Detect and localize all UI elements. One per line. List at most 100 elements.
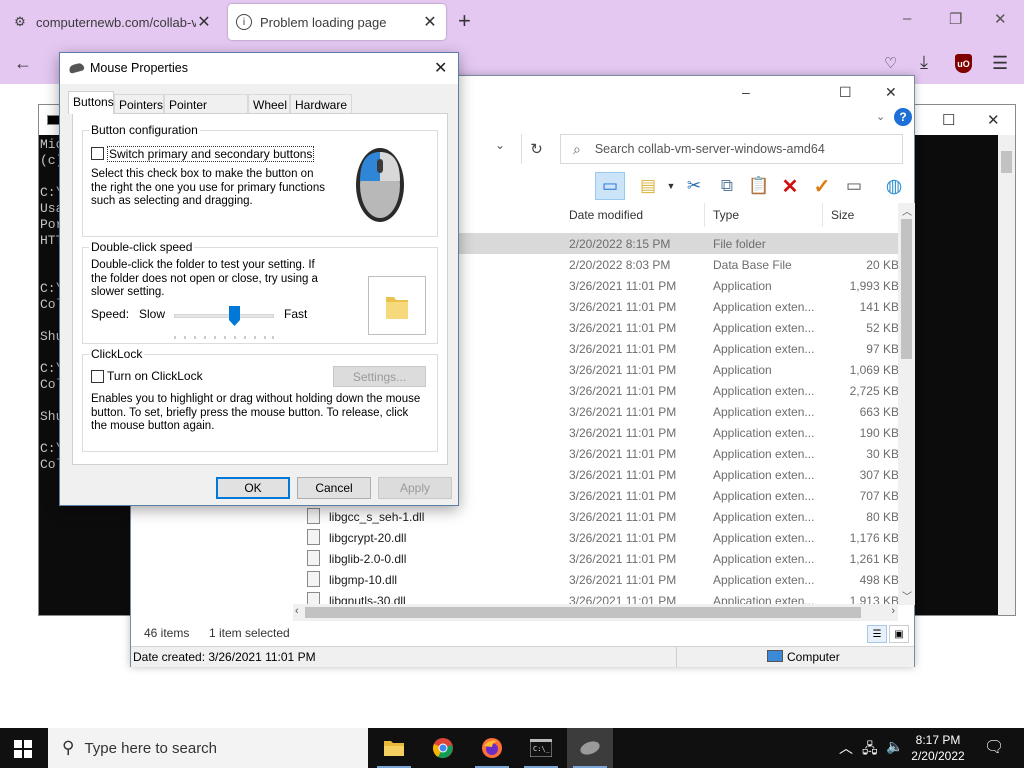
file-row[interactable]: libgcrypt-20.dll 3/26/2021 11:01 PM Applic… [299, 527, 899, 548]
speed-label: Speed: [91, 307, 130, 321]
double-click-speed-slider-track[interactable] [174, 314, 274, 318]
taskbar-search-box[interactable]: ⚲ Type here to search [48, 728, 368, 768]
group-legend: Double-click speed [89, 240, 195, 254]
vertical-scroll-thumb[interactable] [901, 219, 912, 359]
firefox-taskbar-icon[interactable] [469, 728, 515, 768]
pocket-icon[interactable]: ♡ [884, 54, 897, 72]
mouse-properties-dialog: Mouse Properties ✕ Buttons Pointers Poin… [59, 52, 459, 506]
clicklock-description: Enables you to highlight or drag without… [91, 393, 421, 432]
refresh-icon[interactable]: ↻ [521, 134, 551, 164]
network-icon[interactable]: 🖧 [862, 738, 878, 762]
explorer-search-box[interactable]: ⌕ Search collab-vm-server-windows-amd64 [560, 134, 903, 164]
explorer-close-button[interactable]: ✕ [885, 84, 897, 101]
date-created: Date created: 3/26/2021 11:01 PM [133, 650, 316, 664]
slider-ticks [174, 328, 274, 339]
menu-icon[interactable]: ☰ [992, 53, 1008, 74]
column-type[interactable]: Type [705, 203, 823, 227]
file-row[interactable]: libgnutls-30.dll 3/26/2021 11:01 PM Applic… [299, 590, 899, 604]
file-explorer-taskbar-icon[interactable] [371, 728, 417, 768]
dll-file-icon [307, 592, 320, 604]
volume-icon[interactable]: 🔈 [886, 738, 903, 755]
new-folder-icon[interactable]: ▤ [636, 174, 660, 198]
paste-icon[interactable]: 📋 [747, 174, 771, 198]
tab-title: Problem loading page [260, 14, 387, 30]
double-click-speed-slider-thumb[interactable] [229, 306, 240, 326]
horizontal-scroll-thumb[interactable] [305, 607, 861, 618]
mouse-illustration-icon [355, 143, 405, 223]
browser-tab-bar: ⚙ computernewb.com/collab-vm ✕ i Problem… [0, 0, 1024, 44]
explorer-maximize-button[interactable]: ☐ [839, 84, 852, 101]
file-row[interactable]: libglib-2.0-0.dll 3/26/2021 11:01 PM Appli… [299, 548, 899, 569]
show-hidden-icons-chevron-icon[interactable]: ︿ [839, 738, 853, 758]
column-size[interactable]: Size [823, 203, 898, 227]
cancel-button[interactable]: Cancel [297, 477, 371, 499]
clicklock-label[interactable]: Turn on ClickLock [107, 369, 203, 383]
dialog-title-bar: Mouse Properties ✕ [60, 53, 458, 84]
file-list-vertical-scrollbar[interactable]: ︿ ﹀ [898, 203, 915, 605]
preview-pane-icon[interactable]: ▭ [595, 172, 625, 200]
scroll-right-arrow-icon[interactable]: › [891, 605, 895, 617]
apply-button[interactable]: Apply [378, 477, 452, 499]
download-icon[interactable]: ⤓ [920, 52, 928, 73]
close-tab-icon[interactable]: ✕ [422, 12, 438, 32]
tab-buttons[interactable]: Buttons [68, 91, 114, 114]
switch-buttons-checkbox[interactable] [91, 147, 104, 160]
file-row[interactable]: libgmp-10.dll 3/26/2021 11:01 PM Applicati… [299, 569, 899, 590]
scroll-up-arrow-icon[interactable]: ︿ [902, 203, 912, 218]
switch-buttons-label[interactable]: Switch primary and secondary buttons [107, 146, 315, 162]
tab-pointer-options[interactable]: Pointer Options [164, 94, 248, 126]
browser-tab-problem-loading[interactable]: i Problem loading page ✕ [228, 4, 446, 40]
clicklock-settings-button[interactable]: Settings... [333, 366, 426, 387]
tab-hardware[interactable]: Hardware [290, 94, 352, 114]
delete-icon[interactable]: ✕ [778, 174, 802, 198]
new-tab-button[interactable]: + [458, 8, 471, 34]
clicklock-checkbox[interactable] [91, 370, 104, 383]
notification-center-icon[interactable]: 🗨 [984, 737, 1004, 757]
tab-pointers[interactable]: Pointers [114, 94, 164, 114]
network-globe-icon[interactable]: ◍ [882, 174, 906, 198]
scroll-down-arrow-icon[interactable]: ﹀ [902, 588, 912, 603]
help-icon[interactable]: ? [894, 108, 912, 126]
console-maximize-button[interactable]: ☐ [942, 111, 955, 129]
file-list-horizontal-scrollbar[interactable]: ‹ › [293, 604, 898, 621]
windows-start-icon[interactable] [14, 740, 32, 761]
console-scroll-thumb[interactable] [1001, 151, 1012, 173]
dialog-title: Mouse Properties [90, 61, 188, 75]
file-row[interactable]: libgcc_s_seh-1.dll 3/26/2021 11:01 PM Appl… [299, 506, 899, 527]
new-folder-dropdown-icon[interactable]: ▼ [659, 174, 683, 198]
command-prompt-taskbar-icon[interactable]: C:\_ [518, 728, 564, 768]
buttons-tab-panel: Button configuration Switch primary and … [72, 113, 448, 465]
cut-icon[interactable]: ✂ [682, 174, 706, 198]
taskbar-clock[interactable]: 8:17 PM 2/20/2022 [908, 732, 968, 764]
copy-icon[interactable]: ⧉ [715, 174, 739, 198]
large-icons-view-icon[interactable]: ▣ [889, 625, 909, 643]
console-scrollbar[interactable] [998, 135, 1015, 615]
close-tab-icon[interactable]: ✕ [196, 12, 212, 32]
browser-tab-collab-vm[interactable]: ⚙ computernewb.com/collab-vm ✕ [4, 4, 220, 40]
scroll-left-arrow-icon[interactable]: ‹ [295, 605, 299, 617]
console-close-button[interactable]: ✕ [987, 111, 1000, 129]
close-window-button[interactable]: ✕ [994, 10, 1007, 28]
tab-wheel[interactable]: Wheel [248, 94, 290, 114]
address-dropdown-icon[interactable]: ⌄ [495, 138, 505, 152]
explorer-minimize-button[interactable]: – [742, 84, 750, 100]
mouse-properties-taskbar-icon[interactable] [567, 728, 613, 768]
chrome-taskbar-icon[interactable] [420, 728, 466, 768]
search-icon: ⌕ [573, 140, 581, 157]
ribbon-expand-icon[interactable]: ⌄ [876, 110, 885, 123]
minimize-button[interactable]: – [903, 10, 911, 27]
column-date-modified[interactable]: Date modified [561, 203, 705, 227]
search-icon: ⚲ [62, 738, 75, 757]
rename-check-icon[interactable]: ✓ [810, 174, 834, 198]
test-folder-icon[interactable] [368, 276, 426, 335]
details-view-icon[interactable]: ☰ [867, 625, 887, 643]
site-favicon-icon: ⚙ [14, 14, 26, 29]
back-arrow-icon[interactable]: ← [14, 53, 32, 74]
ok-button[interactable]: OK [216, 477, 290, 499]
dialog-close-button[interactable]: ✕ [434, 58, 447, 78]
ublock-icon[interactable]: uO [955, 54, 972, 73]
details-status-bar: Date created: 3/26/2021 11:01 PM Compute… [131, 646, 914, 667]
button-configuration-group: Button configuration Switch primary and … [82, 123, 438, 237]
maximize-button[interactable]: ❐ [949, 10, 962, 28]
properties-icon[interactable]: ▭ [842, 174, 866, 198]
